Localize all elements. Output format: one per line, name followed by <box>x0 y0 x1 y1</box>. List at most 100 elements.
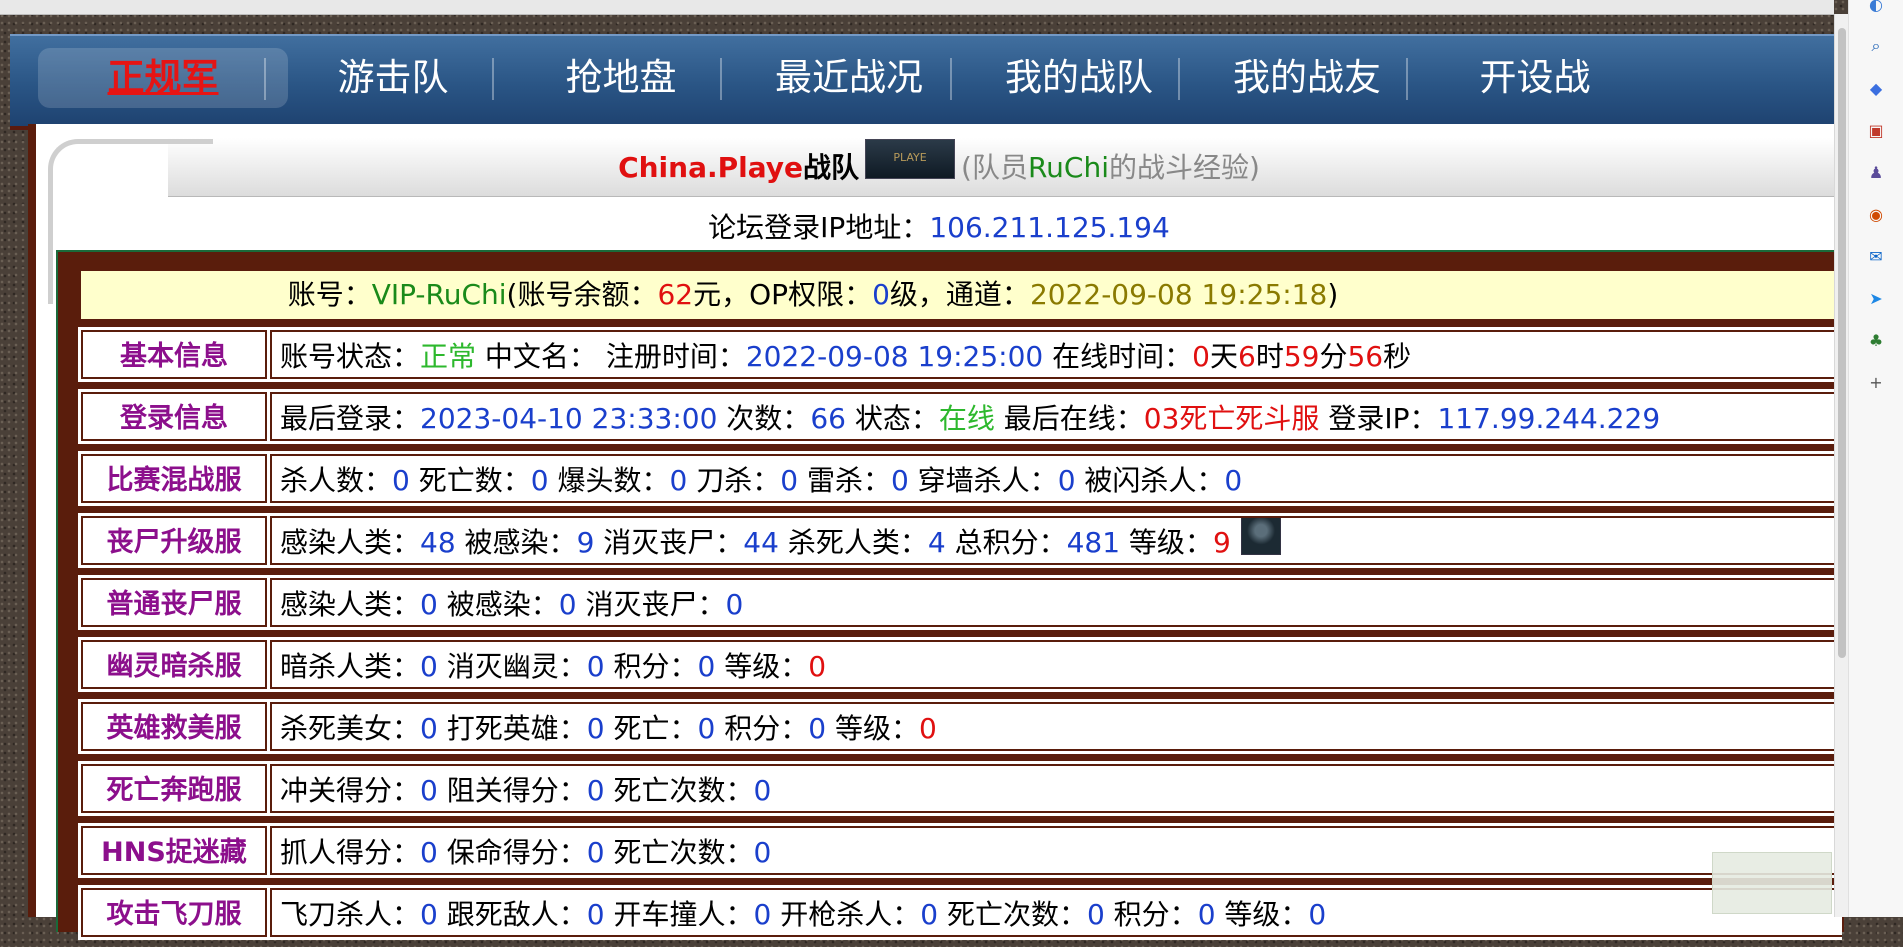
stat-row-label: 登录信息 <box>81 392 267 441</box>
nav-item-7[interactable]: 开设战 <box>1410 48 1660 108</box>
stat-label: 在线时间： <box>1043 340 1193 373</box>
browser-top-strip <box>0 0 1834 15</box>
stat-value: 0 <box>753 774 772 807</box>
stat-value: 9 <box>576 526 595 559</box>
op-unit: 级， <box>889 278 946 311</box>
stat-value: 4 <box>927 526 946 559</box>
chess-icon[interactable]: ♟ <box>1864 160 1888 184</box>
stat-row: 比赛混战服 杀人数：0 死亡数：0 爆头数：0 刀杀：0 雷杀：0 穿墙杀人：0 … <box>78 451 1842 506</box>
copilot-icon[interactable]: ◐ <box>1864 0 1888 16</box>
nav-item-1[interactable]: 正规军 <box>38 48 288 108</box>
stat-row-label: 丧尸升级服 <box>81 516 267 565</box>
stat-value: 59 <box>1283 340 1320 373</box>
stat-label: 杀人数： <box>280 464 393 497</box>
stat-label: 死亡次数： <box>938 898 1087 931</box>
send-icon[interactable]: ➤ <box>1864 286 1888 310</box>
nav-item-6[interactable]: 我的战友 <box>1182 48 1432 108</box>
nav-item-3[interactable]: 抢地盘 <box>496 48 746 108</box>
vertical-scrollbar[interactable] <box>1834 14 1849 917</box>
stat-row-values: 冲关得分：0 阻关得分：0 死亡次数：0 <box>270 764 1842 813</box>
tree-icon[interactable]: ♣ <box>1864 328 1888 352</box>
op-value: 0 <box>872 278 890 311</box>
stat-row-label: 普通丧尸服 <box>81 578 267 627</box>
page-title: China.Playe战队 PLAYE (队员RuChi的战斗经验) <box>36 139 1842 189</box>
nav-item-5[interactable]: 我的战队 <box>954 48 1204 108</box>
browser-sidebar: ◐ ⌕ ◆ ▣ ♟ ◉ ✉ ➤ ♣ + <box>1848 0 1903 917</box>
stat-value: 0 <box>420 774 438 807</box>
stat-row: 普通丧尸服 感染人类：0 被感染：0 消灭丧尸：0 <box>78 575 1842 630</box>
stat-row-values: 飞刀杀人：0 跟死敌人：0 开车撞人：0 开枪杀人：0 死亡次数：0 积分：0 … <box>270 888 1842 937</box>
stat-label: 死亡： <box>604 712 698 745</box>
search-icon[interactable]: ⌕ <box>1864 34 1888 58</box>
stat-label: 秒 <box>1383 340 1412 373</box>
nav-separator <box>950 58 952 100</box>
stat-label: 杀死美女： <box>280 712 421 745</box>
stat-label: 天 <box>1209 340 1238 373</box>
outlook-icon[interactable]: ✉ <box>1864 244 1888 268</box>
stat-label: 积分： <box>604 650 698 683</box>
stat-value: 正常 <box>420 340 477 373</box>
forum-ip-line: 论坛登录IP地址：106.211.125.194 <box>36 206 1842 246</box>
stat-label: 保命得分： <box>437 836 587 869</box>
account-id: VIP-RuChi <box>371 278 507 311</box>
stat-value: 0 <box>1192 340 1210 373</box>
stat-value: 0 <box>586 898 605 931</box>
stat-value: 0 <box>697 650 716 683</box>
stat-row-label: 基本信息 <box>81 330 267 379</box>
nav-item-4[interactable]: 最近战况 <box>724 48 974 108</box>
stat-value: 0 <box>420 898 438 931</box>
stat-value: 6 <box>1237 340 1256 373</box>
stat-row: 攻击飞刀服 飞刀杀人：0 跟死敌人：0 开车撞人：0 开枪杀人：0 死亡次数：0 … <box>78 885 1842 940</box>
stat-label: 消灭丧尸： <box>594 526 744 559</box>
stat-value: 0 <box>1308 898 1327 931</box>
stat-label: 雷杀： <box>798 464 891 497</box>
stat-label: 等级： <box>1120 526 1213 559</box>
account-close: ) <box>1327 278 1339 311</box>
stat-row-values: 暗杀人类：0 消灭幽灵：0 积分：0 等级：0 <box>270 640 1842 689</box>
member-suffix: 的战斗经验) <box>1109 151 1260 184</box>
content-panel: China.Playe战队 PLAYE (队员RuChi的战斗经验) 论坛登录IP地… <box>28 124 1844 940</box>
member-name: RuChi <box>1027 151 1109 184</box>
member-prefix: (队员 <box>961 151 1028 184</box>
stat-value: 0 <box>808 650 827 683</box>
site-watermark <box>1712 852 1832 914</box>
stat-label: 抓人得分： <box>280 836 421 869</box>
stat-value: 0 <box>1086 898 1105 931</box>
stat-row-label: 英雄救美服 <box>81 702 267 751</box>
stat-label: 穿墙杀人： <box>908 464 1058 497</box>
stat-value: 0 <box>586 774 605 807</box>
stat-value: 56 <box>1347 340 1384 373</box>
stat-value: 9 <box>1212 526 1231 559</box>
stat-label: 跟死敌人： <box>437 898 587 931</box>
account-row: 账号：VIP-RuChi(账号余额：62元，OP权限：0级，通道：2022-09… <box>78 268 1842 322</box>
stat-value: 0 <box>753 836 772 869</box>
nav-item-2[interactable]: 游击队 <box>268 48 518 108</box>
plus-icon[interactable]: + <box>1864 370 1888 394</box>
stat-value: 0 <box>920 898 939 931</box>
stat-value: 0 <box>420 712 438 745</box>
stat-label: 等级： <box>826 712 919 745</box>
stat-value: 2023-04-10 23:33:00 <box>420 402 718 435</box>
stat-row-values: 感染人类：48 被感染：9 消灭丧尸：44 杀死人类：4 总积分：481 等级：… <box>270 516 1842 565</box>
stat-label: 死亡数： <box>409 464 531 497</box>
stat-label: 感染人类： <box>280 526 421 559</box>
top-navigation: 正规军 游击队 抢地盘 最近战况 我的战队 我的战友 开设战 <box>10 34 1834 130</box>
stat-label: 被闪杀人： <box>1075 464 1225 497</box>
stat-label: 等级： <box>1215 898 1309 931</box>
stat-value: 0 <box>420 836 438 869</box>
stat-row-label: 攻击飞刀服 <box>81 888 267 937</box>
stat-value: 66 <box>810 402 846 435</box>
tag-icon[interactable]: ◆ <box>1864 76 1888 100</box>
stat-row-values: 感染人类：0 被感染：0 消灭丧尸：0 <box>270 578 1842 627</box>
stat-value: 0 <box>725 588 744 621</box>
office-icon[interactable]: ◉ <box>1864 202 1888 226</box>
stat-value: 48 <box>420 526 456 559</box>
stat-label: 阻关得分： <box>437 774 587 807</box>
stat-label: 刀杀： <box>687 464 781 497</box>
stat-label: 消灭幽灵： <box>437 650 587 683</box>
stat-label: 最后在线： <box>994 402 1144 435</box>
scrollbar-thumb[interactable] <box>1838 28 1846 658</box>
stat-row-values: 最后登录：2023-04-10 23:33:00 次数：66 状态：在线 最后在… <box>270 392 1842 441</box>
briefcase-icon[interactable]: ▣ <box>1864 118 1888 142</box>
stat-label: 开车撞人： <box>604 898 754 931</box>
